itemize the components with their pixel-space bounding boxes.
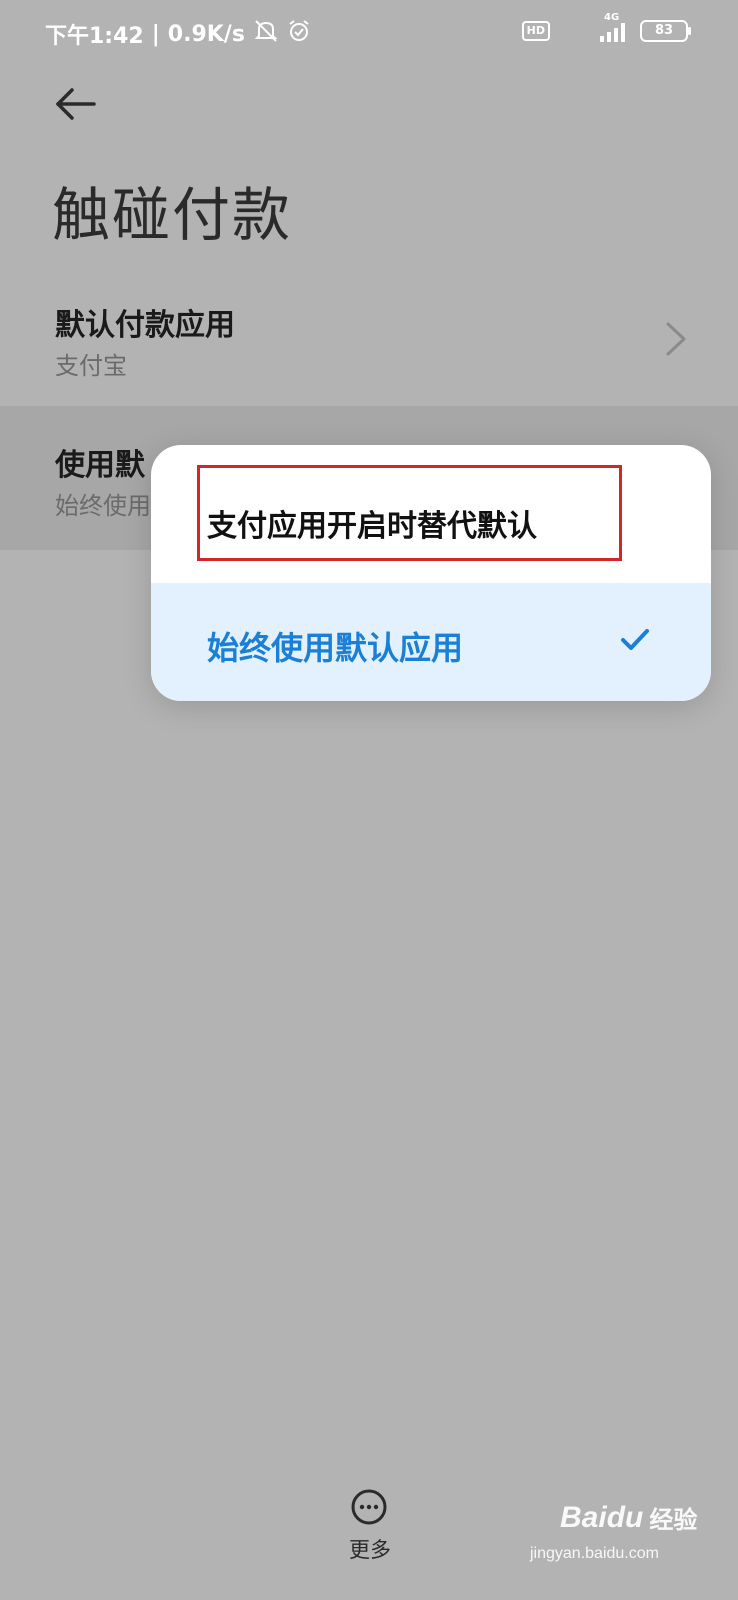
back-button[interactable] (50, 80, 106, 136)
watermark-suffix: 经验 (649, 1506, 698, 1534)
option-label: 支付应用开启时替代默认 (207, 509, 537, 544)
status-bar: 下午1:42 | 0.9K/s HD 4G 83 (0, 0, 738, 64)
checkmark-icon (621, 629, 649, 650)
option-always-default[interactable]: 始终使用默认应用 (151, 583, 711, 701)
default-payment-app-row[interactable]: 默认付款应用 支付宝 (0, 282, 738, 406)
row-value: 支付宝 (55, 352, 127, 380)
mute-icon (253, 19, 279, 49)
more-label: 更多 (349, 1538, 391, 1562)
status-speed: 0.9K/s (167, 21, 245, 47)
hd-badge: HD (521, 21, 550, 41)
signal-icon: 4G (560, 12, 630, 44)
more-button[interactable]: 更多 (335, 1488, 405, 1564)
battery-icon: 83 (640, 20, 691, 42)
chevron-right-icon (666, 322, 686, 356)
option-replace-default[interactable]: 支付应用开启时替代默认 (151, 445, 711, 583)
row-title: 默认付款应用 (55, 308, 235, 343)
page-title: 触碰付款 (52, 181, 293, 249)
status-time: 下午1:42 (45, 24, 144, 49)
status-separator: | (151, 21, 160, 47)
more-icon (351, 1489, 387, 1525)
status-left: 下午1:42 | 0.9K/s (45, 18, 311, 50)
alarm-icon (287, 19, 311, 49)
option-popup: 支付应用开启时替代默认 始终使用默认应用 (151, 445, 711, 701)
arrow-left-icon (56, 88, 96, 120)
status-right: HD 4G 83 (521, 12, 691, 44)
row-value: 始终使用 (55, 492, 151, 520)
option-label: 始终使用默认应用 (207, 629, 464, 667)
row-title: 使用默 (55, 448, 145, 483)
baidu-watermark: Baidu 经验 (560, 1500, 697, 1535)
watermark-url: jingyan.baidu.com (530, 1545, 659, 1562)
watermark-brand: Baidu (560, 1500, 644, 1534)
